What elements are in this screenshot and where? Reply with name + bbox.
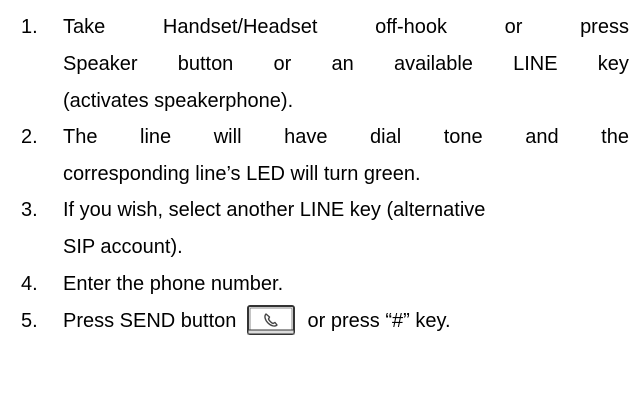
step-3-line-1: If you wish, select another LINE key (al… — [63, 199, 486, 221]
word: an — [331, 53, 354, 75]
step-2-line-2: corresponding line’s LED will turn green… — [63, 163, 421, 185]
step-4-line-1: Enter the phone number. — [63, 273, 284, 295]
word: key — [597, 53, 629, 75]
word: Speaker — [63, 53, 138, 75]
handset-send-icon — [246, 304, 296, 336]
word: will — [213, 126, 242, 148]
word: dial — [370, 126, 402, 148]
step-5-line-1: Press SEND button or press “#” key. — [63, 303, 629, 340]
word: available — [393, 53, 473, 75]
word: button — [177, 53, 234, 75]
word: the — [601, 126, 629, 148]
step-number: 1. — [21, 16, 38, 38]
step-number: 3. — [21, 199, 38, 221]
word: or — [273, 53, 292, 75]
step-2-line-1: The line will have dial tone and the — [63, 119, 629, 156]
word: or — [504, 16, 523, 38]
step-1-line-1: Take Handset/Headset off-hook or press — [63, 9, 629, 46]
word: and — [525, 126, 559, 148]
step-5-text-after: or press “#” key. — [307, 310, 451, 332]
step-number: 5. — [21, 310, 38, 332]
word: The — [63, 126, 98, 148]
step-5-text-before: Press SEND button — [63, 310, 237, 332]
step-1-line-2: Speaker button or an available LINE key — [63, 46, 629, 83]
word: Take — [63, 16, 106, 38]
word: have — [284, 126, 328, 148]
word: line — [140, 126, 172, 148]
word: off-hook — [375, 16, 447, 38]
step-3-line-2: SIP account). — [63, 236, 183, 258]
step-number: 2. — [21, 126, 38, 148]
step-1-line-3: (activates speakerphone). — [63, 90, 294, 112]
word: press — [580, 16, 629, 38]
word: LINE — [513, 53, 558, 75]
word: tone — [443, 126, 483, 148]
word: Handset/Headset — [162, 16, 318, 38]
step-number: 4. — [21, 273, 38, 295]
